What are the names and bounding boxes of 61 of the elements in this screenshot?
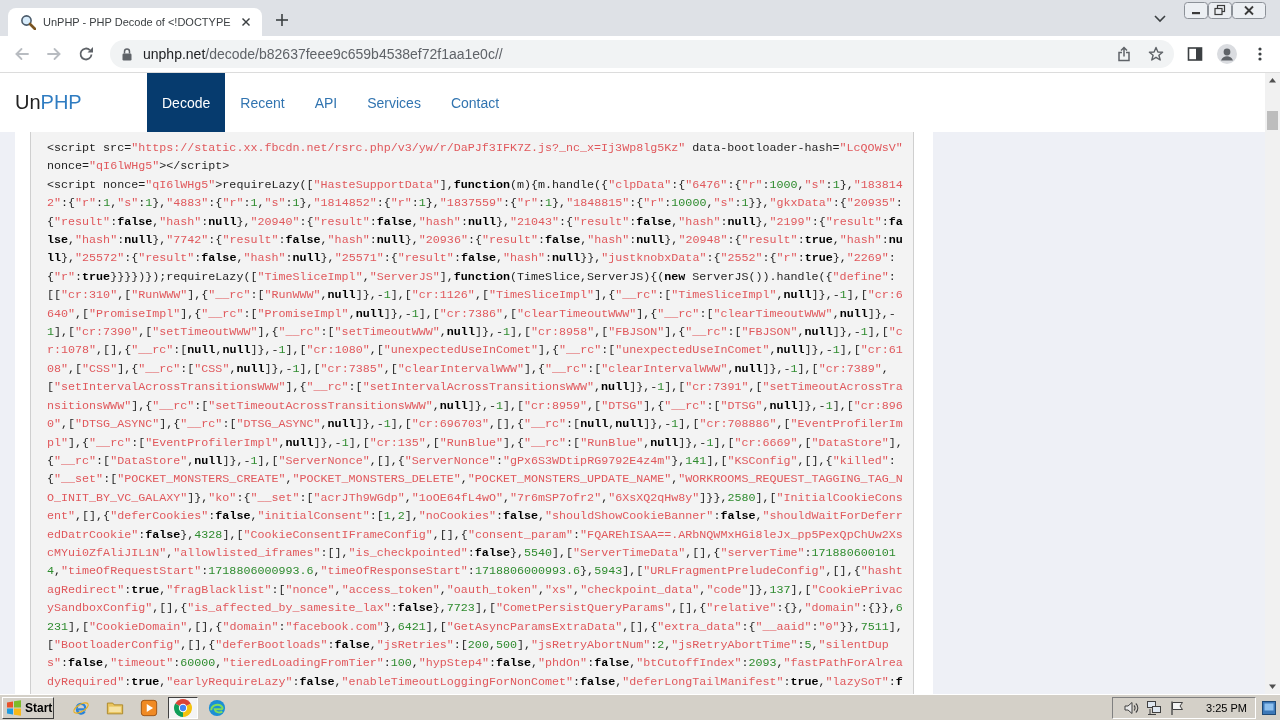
code-line: 0",["DTSG_ASYNC"],{"__rc":["DTSG_ASYNC",null]},-1],["cr:696703",[],{"__rc":[null,null]},-1],["cr:708886",["EventProfilerIm [47,416,903,434]
code-line: r:1078",[],{"__rc":[null,null]},-1],["cr:1080",["unexpectedUseInComet"],{"__rc":["unexpectedUseInComet",null]},-1],["cr:61 [47,342,903,360]
close-window-icon[interactable] [1232,2,1266,19]
code-line: 1],["cr:7390",["setTimeoutWWW"],{"__rc":["setTimeoutWWW",null]},-1],["cr:8958",["FBJSON"],{"__rc":["FBJSON",null]},-1],["c [47,324,903,342]
lock-icon[interactable] [120,47,134,61]
nav-link[interactable]: Recent [225,73,300,132]
code-line: ["setIntervalAcrossTransitionsWWW"],{"__rc":["setIntervalAcrossTransitionsWWW",null]},-1],["cr:7391",["setTimeoutAcrossTra [47,379,903,397]
nav-link[interactable]: Services [352,73,436,132]
taskbar-clock[interactable]: 3:25 PM [1206,701,1247,714]
code-line: <script nonce="qI6lWHg5">requireLazy(["HasteSupportData"],function(m){m.handle({"clpData":{"6476":{"r":1000,"s":1},"183814 [47,176,903,194]
code-line: ll},"25572":{"result":false,"hash":null},"25571":{"result":false,"hash":null}},"justknobxData":{"2552":{"r":true},"2269": [47,250,896,268]
code-line: 4,"timeOfRequestStart":1718806000993.6,"timeOfResponseStart":1718806000993.6},5943],["URLFragmentPreludeConfig",[],{"hasht [47,563,903,581]
code-line: 08",["CSS"],{"__rc":["CSS",null]},-1],["cr:7385",["clearIntervalWWW"],{"__rc":["clearIntervalWWW",null]},-1],["cr:7389", [47,360,889,378]
nav-link[interactable]: API [299,73,353,132]
scrollbar-thumb[interactable] [1267,111,1278,130]
code-line: 231],["CookieDomain",[],{"domain":"facebook.com"},6421],["GetAsyncParamsExtraData",[],{"extra_data":{"__aaid":"0"}},7511], [47,618,903,636]
code-line: edDatrCookie":false},4328],["CookieConsentIFrameConfig",[],{"consent_param":"FQAREhISAA==.ARbNQWMxHGi8leJx_pp5PexQpChUw2Xs [47,526,903,544]
share-icon[interactable] [1116,46,1132,62]
code-line: {"__set":["POCKET_MONSTERS_CREATE","POCKET_MONSTERS_DELETE","POCKET_MONSTERS_UPDATE_NAME","WORKROOMS_REQUEST_TAGGING_TAG_N [47,471,903,489]
start-button[interactable]: Start [2,696,54,719]
nav-link[interactable]: Decode [147,73,226,132]
code-line: s":false,"timeout":60000,"tieredLoadingFromTier":100,"hypStep4":false,"phdOn":false,"btCutoffIndex":2093,"fastPathForAlrea [47,655,903,673]
code-line: {"__rc":["DataStore",null]},-1],["ServerNonce",[],{"ServerNonce":"gPx6S3WDtipRG9792E4z4m"},141],["KSConfig",[],{"killed": [47,452,896,470]
address-field[interactable]: unphp.net/decode/b82637feee9c659b4538ef72f1aa1e0c// [110,40,1174,68]
code-line: nonce="qI6lWHg5"></script> [47,158,230,176]
code-line: ent",[],{"deferCookies":false,"initialConsent":[1,2],"noCookies":false,"shouldShowCookieBanner":false,"shouldWaitForDeferr [47,508,903,526]
code-line: agRedirect":true,"fragBlacklist":["nonce","access_token","oauth_token","xs","checkpoint_data","code"]},137],["CookiePrivac [47,581,903,599]
segmented-circle-icon [174,698,192,717]
swirl-icon [208,698,226,717]
profile-avatar-icon[interactable] [1217,44,1237,64]
code-line: {"result":false,"hash":null},"20940":{"result":false,"hash":null},"21043":{"result":false,"hash":null},"2199":{"result":fa [47,213,903,231]
code-line: O_INIT_BY_VC_GALAXY"]},"ko":{"__set":["acrJTh9WGdp","1oOE64fL4wO","7r6mSP7ofr2","6XsXQ2qHw8y"]}},2580],["InitialCookieCons [47,489,903,507]
start-logo-icon [6,699,22,716]
flag-icon[interactable] [1169,699,1186,716]
show-desktop-icon[interactable] [1262,700,1276,715]
site-logo[interactable]: UnPHP [15,91,82,114]
code-line: 640",["PromiseImpl"],{"__rc":["PromiseImpl",null]},-1],["cr:7386",["clearTimeoutWWW"],{"__rc":["clearTimeoutWWW",null]},- [47,305,896,323]
magnifier-icon [20,14,36,30]
restore-icon[interactable] [1208,2,1232,19]
new-tab-plus-icon[interactable] [274,12,290,28]
minimize-icon[interactable] [1184,2,1208,19]
play-icon [140,698,158,717]
code-line: {"r":true}}}})});requireLazy(["TimeSliceImpl","ServerJS"],function(TimeSlice,ServerJS){(new ServerJS()).handle({"define": [47,268,896,286]
code-line: <script src="https://static.xx.fbcdn.net/rsrc.php/v3/yw/r/DaPJf3IFK7Z.js?_nc_x=Ij3Wp8lg5Kz" data-bootloader-hash="LcQOWsV" [47,140,903,157]
browser-tab[interactable]: UnPHP - PHP Decode of <!DOCTYPE [8,8,262,36]
code-line: cMYui0ZfAliJIL1N","allowlisted_iframes":[],"is_checkpointed":false},5540],["ServerTimeData",[],{"serverTime":171880600101 [47,544,896,562]
speaker-icon[interactable] [1123,699,1140,716]
reload-icon[interactable] [78,46,94,62]
code-line: dyRequired":true,"earlyRequireLazy":false,"enableTimeoutLoggingForNonComet":false,"deferLongTailManifest":true,"lazySoT":f [47,673,903,691]
code-line: [["cr:310",["RunWWW"],{"__rc":["RunWWW",null]},-1],["cr:1126",["TimeSliceImpl"],{"__rc":["TimeSliceImpl",null]},-1],["cr:6 [47,287,903,305]
code-line: ySandboxConfig",[],{"is_affected_by_samesite_lax":false},7723],["CometPersistQueryParams",[],{"relative":{},"domain":{}},6 [47,600,903,618]
code-line: ["BootloaderConfig",[],{"deferBootloads":false,"jsRetries":[200,500],"jsRetryAbortNum":2,"jsRetryAbortTime":5,"silentDup [47,636,889,654]
code-line: lse,"hash":null},"7742":{"result":false,"hash":null},"20936":{"result":false,"hash":null},"20948":{"result":true,"hash":nu [47,232,903,250]
network-icon[interactable] [1146,699,1163,716]
side-panel-icon[interactable] [1187,46,1203,62]
code-line: nsitionsWWW"],{"__rc":["setTimeoutAcrossTransitionsWWW",null]},-1],["cr:8959",["DTSG"],{"__rc":["DTSG",null]},-1],["cr:896 [47,397,903,415]
taskbar-app-button[interactable] [168,696,198,719]
code-line: pl"],{"__rc":["EventProfilerImpl",null]},-1],["cr:135",["RunBlue"],{"__rc":["RunBlue",null]},-1],["cr:6669",["DataStore"], [47,434,903,452]
nav-link[interactable]: Contact [435,73,515,132]
star-icon[interactable] [1148,46,1164,62]
code-line: 2":{"r":1,"s":1},"4883":{"r":1,"s":1},"1814852":{"r":1},"1837559":{"r":1},"1848815":{"r":10000,"s":1}},"gkxData":{"20935": [47,195,903,213]
